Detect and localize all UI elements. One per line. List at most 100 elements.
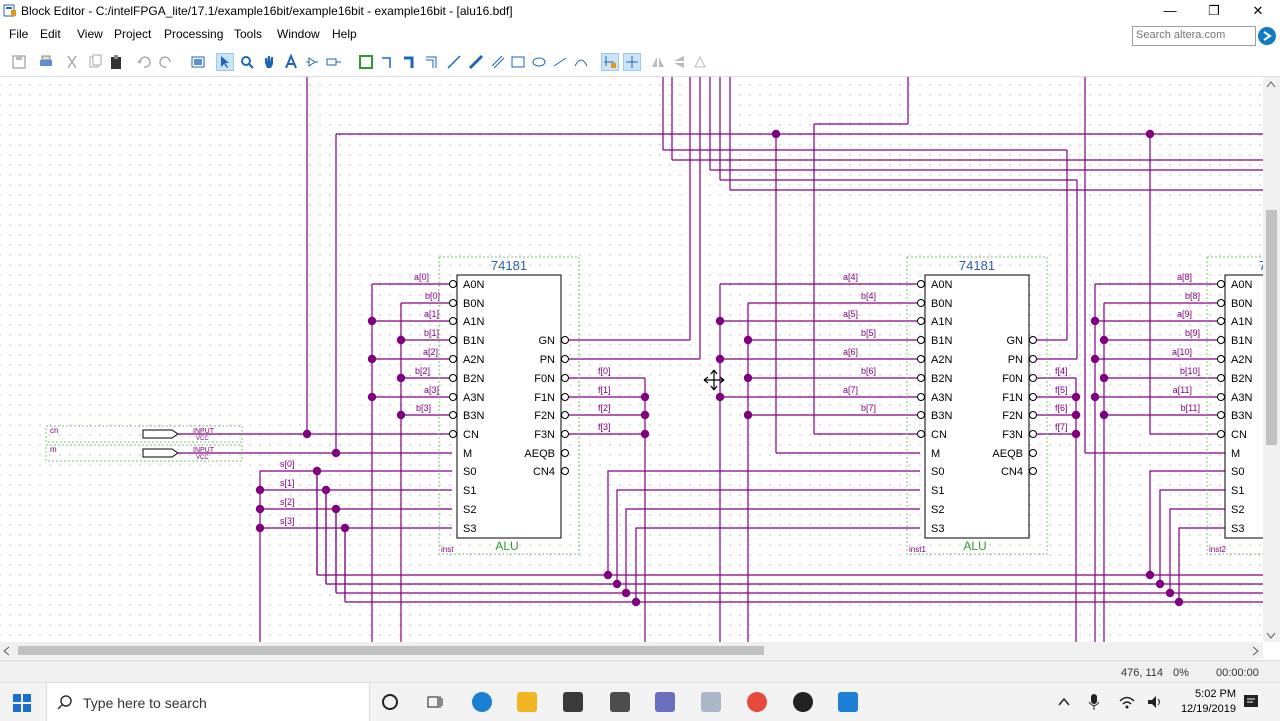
- inverter-bubble: [449, 393, 457, 401]
- rotate-icon[interactable]: [692, 54, 708, 70]
- edge-icon[interactable]: [472, 692, 492, 712]
- input-pin-cn[interactable]: cn INPUTVCC: [45, 425, 243, 443]
- scroll-up-icon[interactable]: [1266, 80, 1276, 90]
- scroll-right-icon[interactable]: [1250, 646, 1260, 656]
- wire[interactable]: [616, 489, 920, 584]
- menu-file[interactable]: File: [9, 27, 28, 41]
- horizontal-scroll-thumb[interactable]: [18, 646, 764, 655]
- input-pin-m[interactable]: m INPUTVCC: [45, 444, 243, 462]
- restore-button[interactable]: ❐: [1192, 0, 1236, 22]
- orthogonal-bus-tool-icon[interactable]: [402, 54, 418, 70]
- junction-dot: [255, 523, 265, 533]
- pin-name: S2: [931, 504, 944, 516]
- wire[interactable]: [625, 508, 920, 593]
- hand-tool-icon[interactable]: [261, 54, 277, 70]
- copy-icon[interactable]: [87, 54, 103, 70]
- chevron-up-icon[interactable]: [1057, 696, 1071, 708]
- diagonal-bus-tool-icon[interactable]: [468, 54, 484, 70]
- net-label: f[6]: [1055, 403, 1068, 413]
- redo-icon[interactable]: [158, 54, 174, 70]
- print-icon[interactable]: [38, 54, 54, 70]
- diagonal-node-tool-icon[interactable]: [446, 54, 462, 70]
- inverter-bubble: [917, 317, 925, 325]
- scroll-down-icon[interactable]: [1266, 630, 1276, 640]
- junction-dot: [367, 316, 377, 326]
- pin-tool-icon[interactable]: [326, 54, 342, 70]
- zoom-tool-icon[interactable]: [239, 54, 255, 70]
- rubberbanding-icon[interactable]: [623, 53, 641, 71]
- inverter-bubble: [1029, 449, 1037, 457]
- flip-vertical-icon[interactable]: [671, 54, 687, 70]
- wire[interactable]: [635, 527, 920, 602]
- wire[interactable]: [607, 470, 920, 575]
- undo-icon[interactable]: [136, 54, 152, 70]
- junction-dot: [621, 588, 631, 598]
- oval-tool-icon[interactable]: [531, 54, 547, 70]
- menu-view[interactable]: View: [77, 27, 103, 41]
- rectangle-tool-icon[interactable]: [510, 54, 526, 70]
- pin-type: INPUT: [193, 428, 215, 435]
- mail-icon[interactable]: [610, 692, 630, 712]
- conduit-tool-icon[interactable]: [424, 54, 440, 70]
- menu-window[interactable]: Window: [277, 27, 320, 41]
- net-label: f[3]: [598, 422, 611, 432]
- text-tool-icon[interactable]: [283, 54, 299, 70]
- block-tool-icon[interactable]: [358, 54, 374, 70]
- symbol-tool-icon[interactable]: [304, 54, 320, 70]
- chrome-icon[interactable]: [747, 692, 767, 712]
- diagonal-conduit-tool-icon[interactable]: [490, 54, 506, 70]
- alu-74181-inst[interactable]: 74181ALUinstA0NB0NA1NB1NA2NB2NA3NB3NCNMS…: [438, 256, 580, 555]
- alu-74181-inst1[interactable]: 74181 ALU inst1 A0N B0N A1N B1N A2N B2N A3N B3N CN M…: [906, 256, 1048, 555]
- instance-name: inst: [441, 545, 454, 554]
- menu-processing[interactable]: Processing: [164, 27, 223, 41]
- close-button[interactable]: ✕: [1236, 0, 1280, 22]
- search-input[interactable]: [1133, 27, 1255, 43]
- cortana-icon[interactable]: [380, 692, 400, 712]
- store-icon[interactable]: [563, 692, 583, 712]
- menu-edit[interactable]: Edit: [40, 27, 61, 41]
- vertical-scroll-thumb[interactable]: [1266, 210, 1277, 445]
- orthogonal-node-tool-icon[interactable]: [380, 54, 396, 70]
- inverter-bubble: [449, 430, 457, 438]
- inverter-bubble: [917, 299, 925, 307]
- task-view-icon[interactable]: [425, 692, 445, 712]
- chip-body: [1224, 274, 1263, 539]
- arc-tool-icon[interactable]: [573, 54, 589, 70]
- wire[interactable]: [1149, 470, 1226, 575]
- scroll-left-icon[interactable]: [2, 646, 12, 656]
- volume-icon[interactable]: [1146, 694, 1164, 710]
- taskbar-clock[interactable]: 5:02 PM 12/19/2019: [1181, 687, 1236, 717]
- partial-line-select-icon[interactable]: [601, 53, 619, 71]
- selection-tool-icon[interactable]: [216, 53, 234, 71]
- save-icon[interactable]: [11, 54, 27, 70]
- line-tool-icon[interactable]: [552, 54, 568, 70]
- flip-horizontal-icon[interactable]: [650, 54, 666, 70]
- wifi-icon[interactable]: [1118, 694, 1136, 710]
- media-icon[interactable]: [655, 692, 675, 712]
- microphone-icon[interactable]: [1088, 693, 1100, 711]
- schematic-canvas[interactable]: 74181 ALU inst A0N B0N A1N B1N A2N B2N A3N B3N CN M S…: [0, 77, 1263, 642]
- pin-name: S3: [1231, 523, 1244, 535]
- pin-name: M: [931, 448, 940, 460]
- obs-icon[interactable]: [793, 692, 813, 712]
- search-go-icon[interactable]: [1257, 26, 1277, 46]
- wire[interactable]: [1178, 527, 1226, 602]
- taskbar-search-box[interactable]: Type here to search: [46, 683, 370, 721]
- menu-tools[interactable]: Tools: [234, 27, 262, 41]
- elapsed-time: 00:00:00: [1216, 667, 1259, 679]
- notifications-icon[interactable]: [1242, 693, 1260, 711]
- paste-icon[interactable]: [108, 54, 124, 70]
- menu-help[interactable]: Help: [332, 27, 357, 41]
- inverter-bubble: [917, 336, 925, 344]
- minimize-button[interactable]: —: [1148, 0, 1192, 22]
- windows-start-icon[interactable]: [13, 694, 31, 712]
- photos-icon[interactable]: [701, 692, 721, 712]
- cut-icon[interactable]: [64, 54, 80, 70]
- window-detach-icon[interactable]: [190, 54, 206, 70]
- pin-default: VCC: [196, 436, 209, 442]
- pin-name: B0N: [931, 298, 952, 310]
- quartus-icon[interactable]: [838, 692, 858, 712]
- schematic-drawing[interactable]: 74181ALUinstA0NB0NA1NB1NA2NB2NA3NB3NCNMS…: [0, 77, 1263, 642]
- file-explorer-icon[interactable]: [517, 692, 537, 712]
- menu-project[interactable]: Project: [114, 27, 151, 41]
